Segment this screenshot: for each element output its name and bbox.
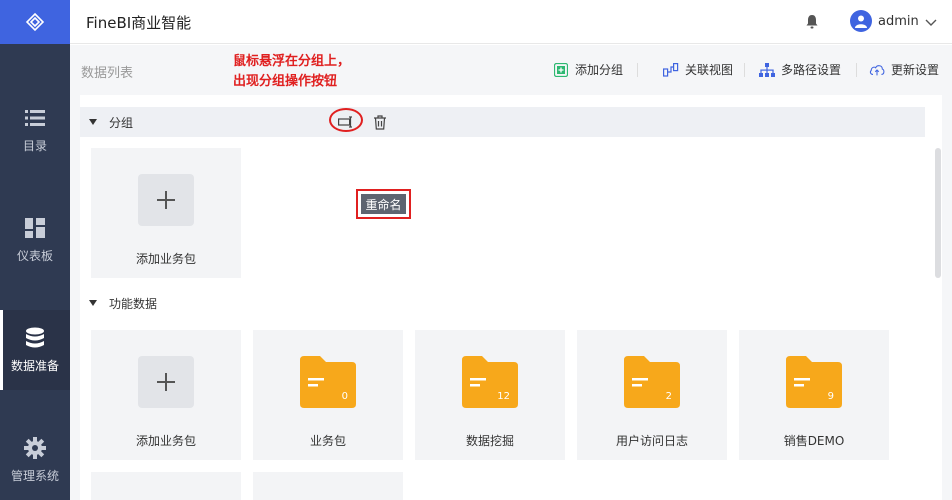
add-group-label: 添加分组 [575, 63, 624, 77]
app-title: FineBI商业智能 [86, 14, 192, 32]
folder-icon: 0 [300, 356, 356, 408]
relation-icon [663, 62, 679, 78]
add-group-icon [553, 62, 569, 78]
group-header[interactable]: 功能数据 [80, 288, 925, 318]
tooltip-highlight: 重命名 [356, 189, 411, 219]
folder-card[interactable]: 2 用户访问日志 [577, 330, 727, 460]
data-list-panel: 分组 重命名 添加业务包 功能数据 添加业务包 0 业务包 12 数据挖掘 2 … [80, 95, 942, 500]
folder-icon: 12 [462, 356, 518, 408]
dashboard-icon [24, 217, 46, 239]
list-icon [24, 107, 46, 129]
caret-down-icon[interactable] [89, 119, 97, 125]
card-label: 业务包 [309, 434, 346, 448]
add-package-card[interactable]: 添加业务包 [91, 330, 241, 460]
card-label: 数据挖掘 [465, 434, 514, 448]
gear-icon [24, 436, 46, 459]
bell-icon[interactable] [805, 14, 819, 33]
app-logo[interactable] [0, 0, 70, 44]
highlight-circle [329, 108, 363, 132]
top-header: FineBI商业智能 admin [70, 0, 952, 44]
chevron-down-icon [925, 12, 937, 31]
folder-count: 2 [665, 391, 672, 402]
folder-icon: 2 [624, 356, 680, 408]
user-menu[interactable]: admin [850, 10, 937, 32]
relation-view-button[interactable]: 关联视图 [663, 61, 733, 78]
logo-icon [25, 12, 45, 32]
username: admin [878, 13, 919, 29]
toolbar-divider [637, 63, 638, 77]
caret-down-icon[interactable] [89, 300, 97, 306]
folder-card[interactable] [253, 472, 403, 500]
folder-count: 12 [497, 391, 510, 402]
rename-tooltip: 重命名 [361, 194, 406, 214]
annotation-note: 鼠标悬浮在分组上， 出现分组操作按钮 [233, 54, 351, 89]
sidebar-item-catalog[interactable]: 目录 [0, 90, 70, 170]
update-settings-label: 更新设置 [891, 63, 940, 77]
page-title: 数据列表 [81, 66, 134, 81]
trash-icon[interactable] [372, 114, 388, 130]
vertical-scrollbar[interactable] [935, 148, 941, 278]
multipath-label: 多路径设置 [781, 63, 842, 77]
main-area: 数据列表 鼠标悬浮在分组上， 出现分组操作按钮 添加分组 关联视图 多路径设置 … [70, 45, 952, 500]
toolbar-divider [856, 63, 857, 77]
cloud-refresh-icon [869, 62, 885, 78]
folder-count: 9 [827, 391, 834, 402]
folder-card[interactable]: 12 数据挖掘 [415, 330, 565, 460]
multipath-settings-button[interactable]: 多路径设置 [759, 61, 841, 78]
folder-count: 0 [341, 391, 348, 402]
folder-icon: 9 [786, 356, 842, 408]
card-label: 用户访问日志 [615, 434, 688, 448]
card-label: 添加业务包 [135, 252, 196, 266]
group-name: 功能数据 [109, 296, 158, 311]
avatar [850, 10, 872, 32]
sidebar-item-label: 目录 [22, 138, 47, 153]
plus-icon [138, 174, 194, 226]
sidebar-item-dashboard[interactable]: 仪表板 [0, 200, 70, 280]
hierarchy-icon [759, 62, 775, 78]
folder-card[interactable]: 9 销售DEMO [739, 330, 889, 460]
database-icon [24, 327, 46, 349]
add-group-button[interactable]: 添加分组 [553, 61, 623, 78]
sidebar-item-data-prep[interactable]: 数据准备 [0, 310, 70, 390]
relation-view-label: 关联视图 [685, 63, 734, 77]
plus-icon [138, 356, 194, 408]
card-label: 添加业务包 [135, 434, 196, 448]
update-settings-button[interactable]: 更新设置 [869, 61, 939, 78]
sidebar-item-label: 仪表板 [16, 248, 53, 263]
card-label: 销售DEMO [783, 434, 845, 448]
sidebar-item-label: 数据准备 [10, 358, 59, 373]
sidebar: 目录 仪表板 数据准备 管理系统 [0, 0, 70, 500]
toolbar-divider [744, 63, 745, 77]
group-header[interactable]: 分组 [80, 107, 925, 137]
sidebar-item-admin[interactable]: 管理系统 [0, 420, 70, 500]
add-package-card[interactable]: 添加业务包 [91, 148, 241, 278]
folder-card[interactable]: 0 业务包 [253, 330, 403, 460]
sidebar-item-label: 管理系统 [10, 468, 59, 483]
folder-card[interactable] [91, 472, 241, 500]
group-name: 分组 [109, 115, 134, 130]
